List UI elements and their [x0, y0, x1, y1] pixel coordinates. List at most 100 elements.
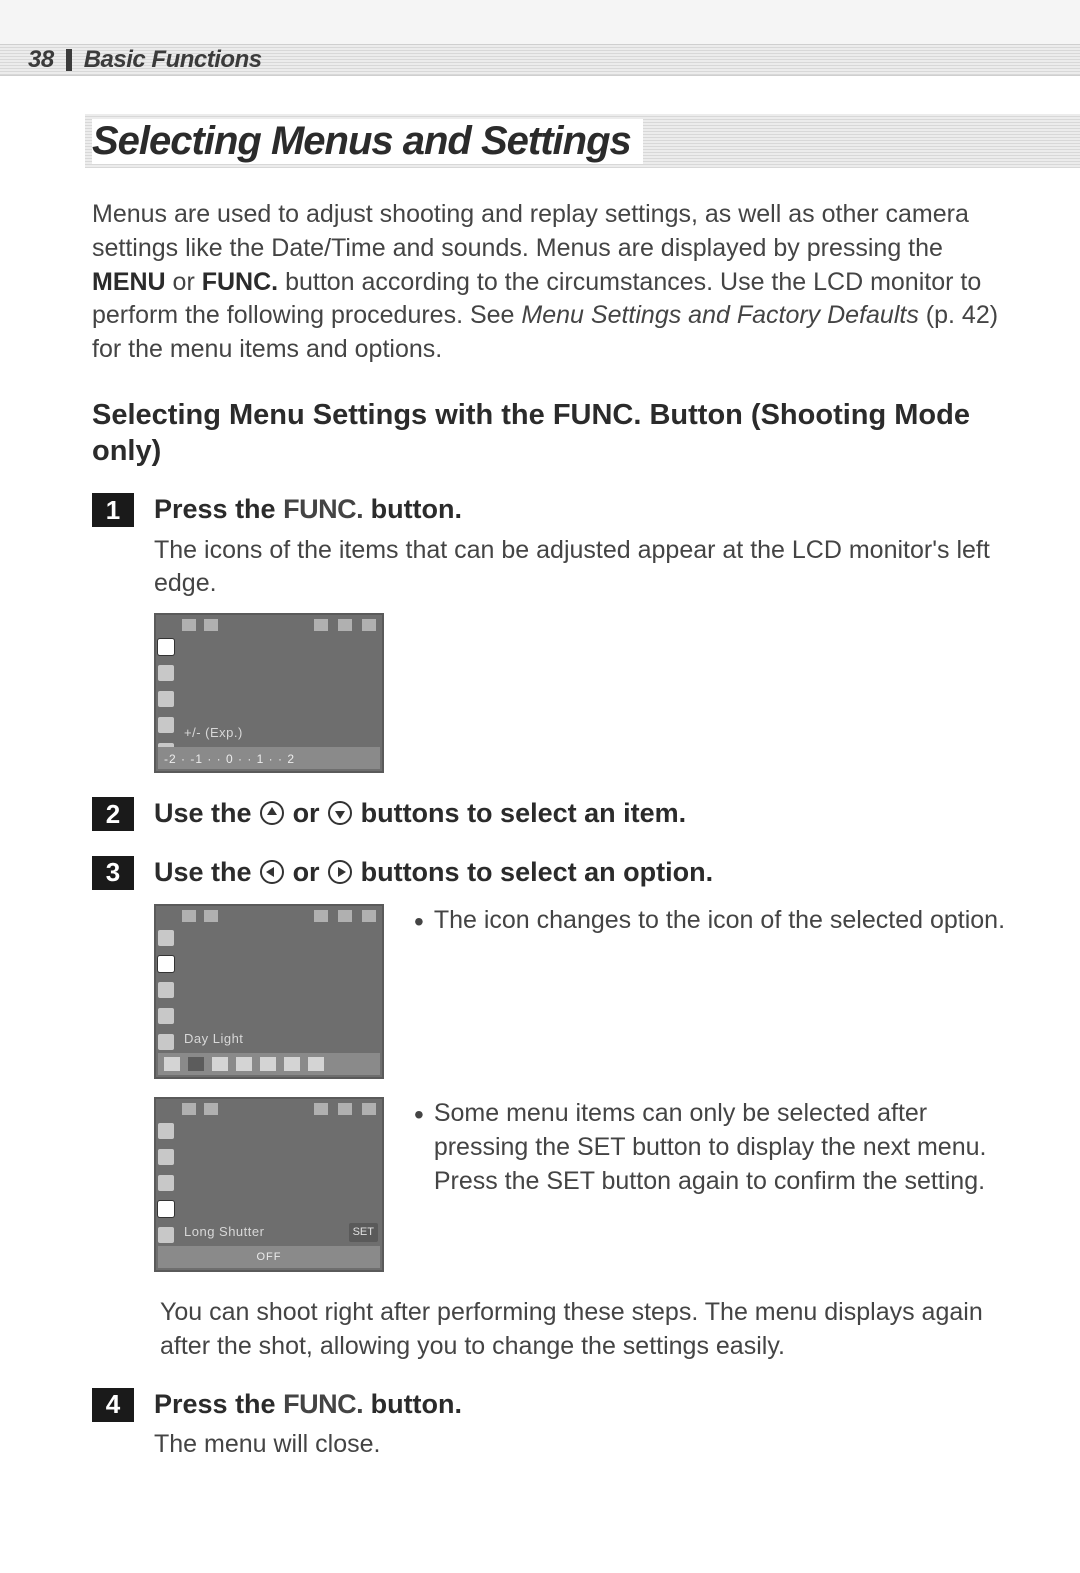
- lcd-option-icon: [260, 1057, 276, 1071]
- lcd-left-icon: [158, 1149, 174, 1165]
- page-header: 38 Basic Functions: [0, 46, 262, 74]
- step-4-title: Press the FUNC. button.: [154, 1386, 1010, 1422]
- intro-paragraph: Menus are used to adjust shooting and re…: [92, 198, 1010, 367]
- step3-row-a: Day Light • The icon ch: [154, 904, 1010, 1079]
- step1-title-pre: Press the: [154, 494, 283, 524]
- bullet1-text: The icon changes to the icon of the sele…: [434, 904, 1005, 938]
- header-divider: [66, 49, 72, 71]
- sub-heading: Selecting Menu Settings with the FUNC. B…: [92, 397, 1010, 470]
- lcd-option-icon: [308, 1057, 324, 1071]
- intro-text-1: Menus are used to adjust shooting and re…: [92, 200, 969, 262]
- step4-func-label: FUNC.: [283, 1389, 363, 1419]
- lcd-screenshot-1: +/- (Exp.) -2 · -1 · · 0 · · 1 · · 2: [154, 613, 384, 773]
- lcd3-top-left-icons: [182, 1103, 218, 1115]
- lcd-status-icon: [314, 619, 328, 631]
- step-1-title: Press the FUNC. button.: [154, 491, 1010, 527]
- step-4: 4 Press the FUNC. button. The menu will …: [92, 1386, 1010, 1462]
- step-1-body: Press the FUNC. button. The icons of the…: [154, 491, 1010, 773]
- section-title-band: Selecting Menus and Settings: [0, 114, 1080, 168]
- step-2-title: Use the or buttons to select an item.: [154, 795, 1010, 831]
- bullet-icon: •: [414, 1101, 424, 1198]
- lcd1-scale: -2 · -1 · · 0 · · 1 · · 2: [164, 751, 295, 765]
- step-3: 3 Use the or buttons to select an option…: [92, 854, 1010, 1272]
- step3-bullet-1: • The icon changes to the icon of the se…: [414, 904, 1010, 938]
- lcd-status-icon: [204, 1103, 218, 1115]
- lcd1-top-right-icons: [314, 619, 376, 631]
- step-number-badge: 1: [92, 493, 134, 527]
- up-arrow-icon: [259, 800, 285, 826]
- intro-text-mid1: or: [166, 268, 202, 296]
- lcd3-left-icons: [158, 1123, 174, 1243]
- page-number: 38: [28, 46, 54, 74]
- lcd-status-icon: [314, 910, 328, 922]
- step3-title-post: buttons to select an option.: [361, 857, 714, 887]
- step-3-title: Use the or buttons to select an option.: [154, 854, 1010, 890]
- lcd-left-icon: [158, 1008, 174, 1024]
- lcd-status-icon: [362, 910, 376, 922]
- step1-title-post: button.: [363, 494, 462, 524]
- lcd1-label: +/- (Exp.): [184, 724, 243, 742]
- lcd-option-icon: [188, 1057, 204, 1071]
- lcd-screenshot-2: Day Light: [154, 904, 384, 1079]
- step-4-body: Press the FUNC. button. The menu will cl…: [154, 1386, 1010, 1462]
- lcd-status-icon: [204, 910, 218, 922]
- step2-title-mid: or: [293, 798, 328, 828]
- down-arrow-icon: [327, 800, 353, 826]
- bullet2-set2: SET: [546, 1167, 594, 1195]
- step3-row-b: Long Shutter SET OFF • Some menu items c…: [154, 1097, 1010, 1272]
- lcd-status-icon: [182, 1103, 196, 1115]
- lcd-status-icon: [182, 619, 196, 631]
- step-3-body: Use the or buttons to select an option.: [154, 854, 1010, 1272]
- header-section-title: Basic Functions: [84, 46, 262, 74]
- lcd3-label: Long Shutter: [184, 1223, 264, 1241]
- step3-title-mid: or: [293, 857, 328, 887]
- step3-bullet-2: • Some menu items can only be selected a…: [414, 1097, 1010, 1198]
- bullet2-post: button again to confirm the setting.: [595, 1167, 986, 1195]
- step-number-badge: 3: [92, 856, 134, 890]
- lcd-screenshot-3: Long Shutter SET OFF: [154, 1097, 384, 1272]
- lcd-status-icon: [338, 619, 352, 631]
- lcd2-left-icons: [158, 930, 174, 1050]
- lcd2-label: Day Light: [184, 1030, 243, 1048]
- step-1-desc: The icons of the items that can be adjus…: [154, 534, 1010, 602]
- lcd-left-icon: [158, 665, 174, 681]
- lcd-status-icon: [314, 1103, 328, 1115]
- step-1: 1 Press the FUNC. button. The icons of t…: [92, 491, 1010, 773]
- step-number-badge: 4: [92, 1388, 134, 1422]
- bullet-icon: •: [414, 908, 424, 938]
- lcd2-bottom-bar: [158, 1053, 380, 1075]
- lcd-left-icon: [158, 717, 174, 733]
- manual-page: 38 Basic Functions Selecting Menus and S…: [0, 44, 1080, 1573]
- lcd2-top-right-icons: [314, 910, 376, 922]
- lcd3-bottom-bar: OFF: [158, 1246, 380, 1268]
- section-title: Selecting Menus and Settings: [92, 119, 643, 164]
- lcd-status-icon: [362, 1103, 376, 1115]
- lcd-option-icon: [164, 1057, 180, 1071]
- lcd-left-icon: [158, 930, 174, 946]
- step4-title-pre: Press the: [154, 1389, 283, 1419]
- lcd-left-icon: [158, 1201, 174, 1217]
- lcd-status-icon: [182, 910, 196, 922]
- lcd3-set-badge: SET: [349, 1223, 378, 1242]
- step2-title-pre: Use the: [154, 798, 259, 828]
- lcd-option-icon: [284, 1057, 300, 1071]
- step-4-desc: The menu will close.: [154, 1428, 1010, 1462]
- lcd-left-icon: [158, 1175, 174, 1191]
- right-arrow-icon: [327, 859, 353, 885]
- lcd-left-icon: [158, 691, 174, 707]
- step4-title-post: button.: [363, 1389, 462, 1419]
- intro-menu-bold: MENU: [92, 268, 166, 296]
- lcd-option-icon: [212, 1057, 228, 1071]
- lcd-left-icon: [158, 1123, 174, 1139]
- lcd-status-icon: [338, 910, 352, 922]
- lcd-status-icon: [204, 619, 218, 631]
- lcd-left-icon: [158, 982, 174, 998]
- lcd-option-icon: [236, 1057, 252, 1071]
- lcd-status-icon: [362, 619, 376, 631]
- step3-title-pre: Use the: [154, 857, 259, 887]
- step-2-body: Use the or buttons to select an item.: [154, 795, 1010, 831]
- step3-content-grid: Day Light • The icon ch: [154, 904, 1010, 1272]
- page-header-band: 38 Basic Functions: [0, 44, 1080, 76]
- lcd3-top-right-icons: [314, 1103, 376, 1115]
- left-arrow-icon: [259, 859, 285, 885]
